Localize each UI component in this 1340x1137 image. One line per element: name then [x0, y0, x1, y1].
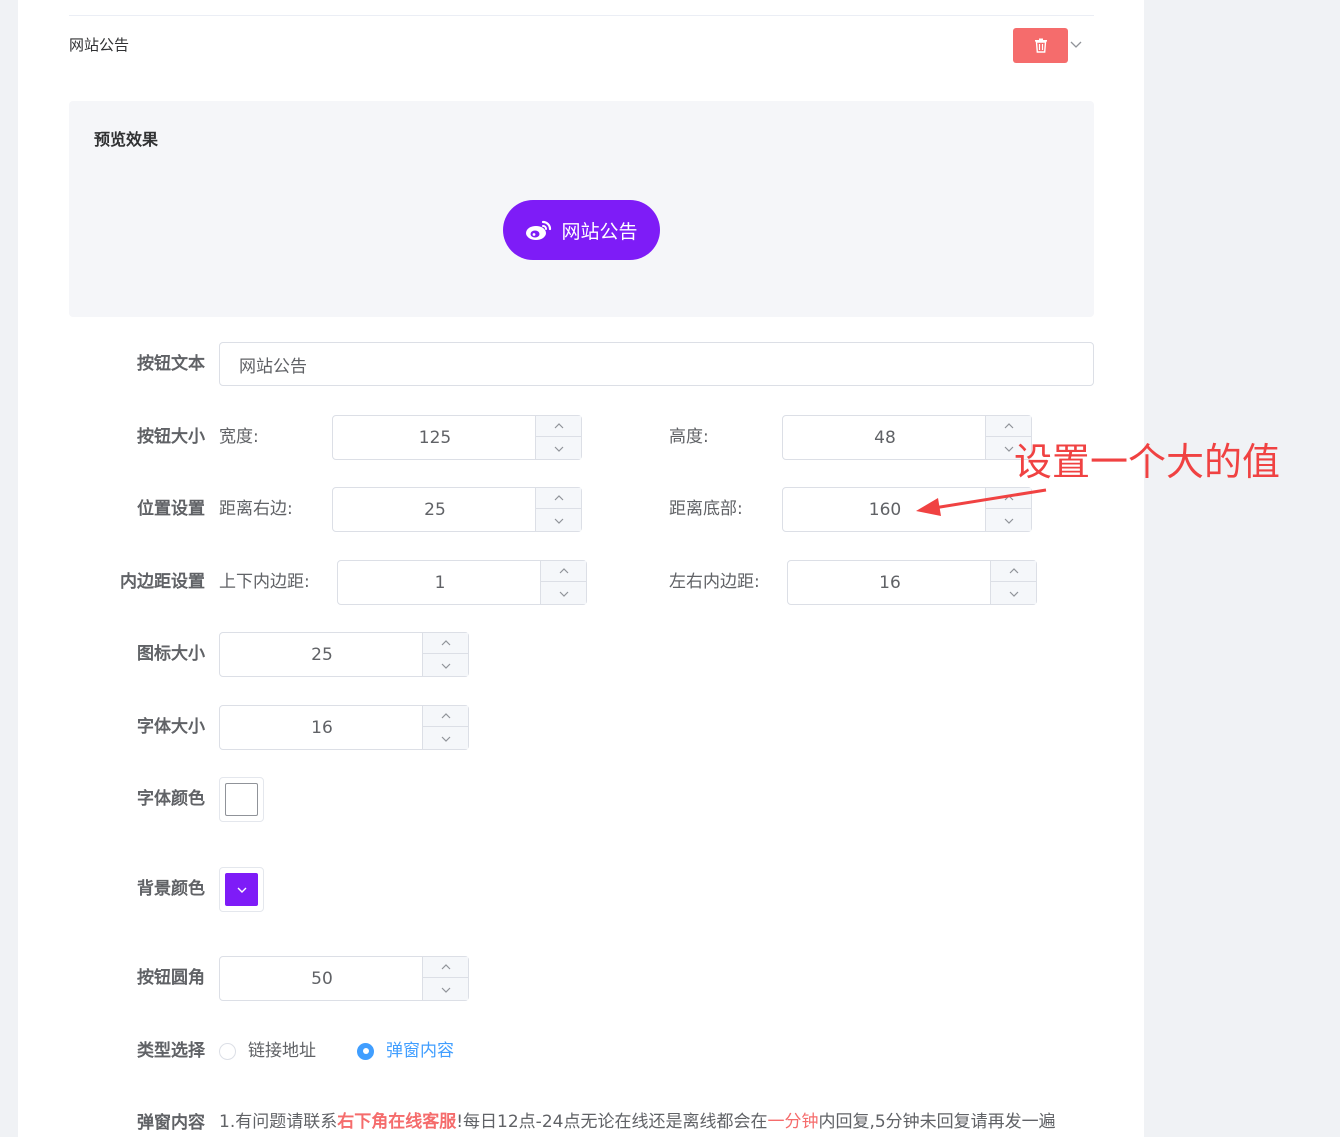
radius-stepper[interactable]: 50 — [219, 956, 469, 1001]
padding-label: 内边距设置 — [120, 572, 205, 592]
chevron-up-icon — [1004, 423, 1013, 429]
position-label: 位置设置 — [137, 499, 205, 519]
chevron-down-icon[interactable] — [1068, 36, 1084, 52]
chevron-down-icon — [441, 987, 450, 993]
popup-highlight: 右下角在线客服 — [337, 1112, 457, 1132]
chevron-down-icon — [559, 591, 568, 597]
decrease-button[interactable] — [423, 979, 468, 1000]
right-distance-stepper[interactable]: 25 — [332, 487, 582, 532]
width-value: 125 — [418, 427, 452, 448]
font-size-stepper[interactable]: 16 — [219, 705, 469, 750]
increase-button[interactable] — [986, 416, 1031, 437]
button-text-input[interactable]: 网站公告 — [219, 342, 1094, 386]
chevron-down-icon — [237, 887, 246, 893]
preview-title: 预览效果 — [94, 130, 159, 149]
bg-color-picker[interactable] — [219, 867, 264, 912]
delete-button[interactable] — [1013, 28, 1068, 63]
horizontal-padding-value: 16 — [879, 572, 901, 593]
type-label: 类型选择 — [137, 1041, 205, 1061]
horizontal-padding-label: 左右内边距: — [669, 572, 760, 592]
popup-text-part: 内回复,5分钟未回复请再发一遍 — [818, 1112, 1056, 1132]
radio-link-address[interactable]: 链接地址 — [219, 1040, 316, 1062]
height-label: 高度: — [669, 427, 709, 447]
decrease-button[interactable] — [991, 583, 1036, 604]
height-stepper[interactable]: 48 — [782, 415, 1032, 460]
decrease-button[interactable] — [541, 583, 586, 604]
button-size-label: 按钮大小 — [137, 427, 205, 447]
annotation-arrow-icon — [916, 488, 1047, 516]
icon-size-label: 图标大小 — [137, 644, 205, 664]
popup-content-text: 1.有问题请联系右下角在线客服!每日12点-24点无论在线还是离线都会在一分钟内… — [219, 1110, 1056, 1134]
width-stepper[interactable]: 125 — [332, 415, 582, 460]
chevron-up-icon — [559, 568, 568, 574]
chevron-up-icon — [1009, 568, 1018, 574]
chevron-up-icon — [441, 640, 450, 646]
chevron-up-icon — [441, 713, 450, 719]
right-distance-label: 距离右边: — [219, 499, 293, 519]
chevron-up-icon — [554, 495, 563, 501]
increase-button[interactable] — [541, 561, 586, 582]
right-distance-value: 25 — [424, 499, 446, 520]
vertical-padding-value: 1 — [434, 572, 446, 593]
weibo-icon — [526, 220, 552, 240]
decrease-button[interactable] — [536, 438, 581, 459]
radius-value: 50 — [311, 968, 333, 989]
increase-button[interactable] — [423, 706, 468, 727]
font-size-value: 16 — [311, 717, 333, 738]
radio-popup-content[interactable]: 弹窗内容 — [357, 1040, 454, 1062]
font-size-label: 字体大小 — [137, 717, 205, 737]
font-color-label: 字体颜色 — [137, 789, 205, 809]
bg-color-label: 背景颜色 — [137, 879, 205, 899]
vertical-padding-label: 上下内边距: — [219, 572, 310, 592]
preview-notice-button[interactable]: 网站公告 — [503, 200, 660, 260]
chevron-down-icon — [441, 736, 450, 742]
increase-button[interactable] — [423, 633, 468, 654]
chevron-down-icon — [554, 518, 563, 524]
increase-button[interactable] — [423, 957, 468, 978]
font-color-picker[interactable] — [219, 777, 264, 822]
radio-circle[interactable] — [357, 1042, 374, 1060]
radio-label: 链接地址 — [248, 1041, 316, 1061]
decrease-button[interactable] — [423, 728, 468, 749]
chevron-down-icon — [554, 446, 563, 452]
popup-highlight: 一分钟 — [767, 1112, 819, 1132]
popup-content-label: 弹窗内容 — [137, 1113, 205, 1133]
radius-label: 按钮圆角 — [137, 968, 205, 988]
bg-color-swatch — [225, 873, 258, 906]
chevron-down-icon — [1009, 591, 1018, 597]
radio-label: 弹窗内容 — [386, 1041, 454, 1061]
icon-size-stepper[interactable]: 25 — [219, 632, 469, 677]
radio-circle[interactable] — [219, 1042, 236, 1060]
button-text-value: 网站公告 — [239, 356, 307, 377]
bottom-distance-label: 距离底部: — [669, 499, 743, 519]
divider — [69, 15, 1094, 16]
chevron-down-icon — [1004, 446, 1013, 452]
preview-button-label: 网站公告 — [561, 220, 638, 243]
annotation-text: 设置一个大的值 — [1014, 440, 1281, 484]
increase-button[interactable] — [536, 488, 581, 509]
section-title: 网站公告 — [69, 36, 130, 54]
increase-button[interactable] — [991, 561, 1036, 582]
popup-text-part: 1.有问题请联系 — [219, 1112, 338, 1132]
icon-size-value: 25 — [311, 644, 333, 665]
vertical-padding-stepper[interactable]: 1 — [337, 560, 587, 605]
chevron-up-icon — [441, 964, 450, 970]
chevron-down-icon — [441, 663, 450, 669]
trash-icon — [1034, 38, 1047, 53]
font-color-swatch — [225, 783, 258, 816]
popup-text-part: !每日12点-24点无论在线还是离线都会在 — [456, 1112, 768, 1132]
decrease-button[interactable] — [536, 510, 581, 531]
chevron-up-icon — [554, 423, 563, 429]
increase-button[interactable] — [536, 416, 581, 437]
button-text-label: 按钮文本 — [137, 354, 205, 374]
horizontal-padding-stepper[interactable]: 16 — [787, 560, 1037, 605]
height-value: 48 — [874, 427, 896, 448]
decrease-button[interactable] — [423, 655, 468, 676]
width-label: 宽度: — [219, 427, 259, 447]
